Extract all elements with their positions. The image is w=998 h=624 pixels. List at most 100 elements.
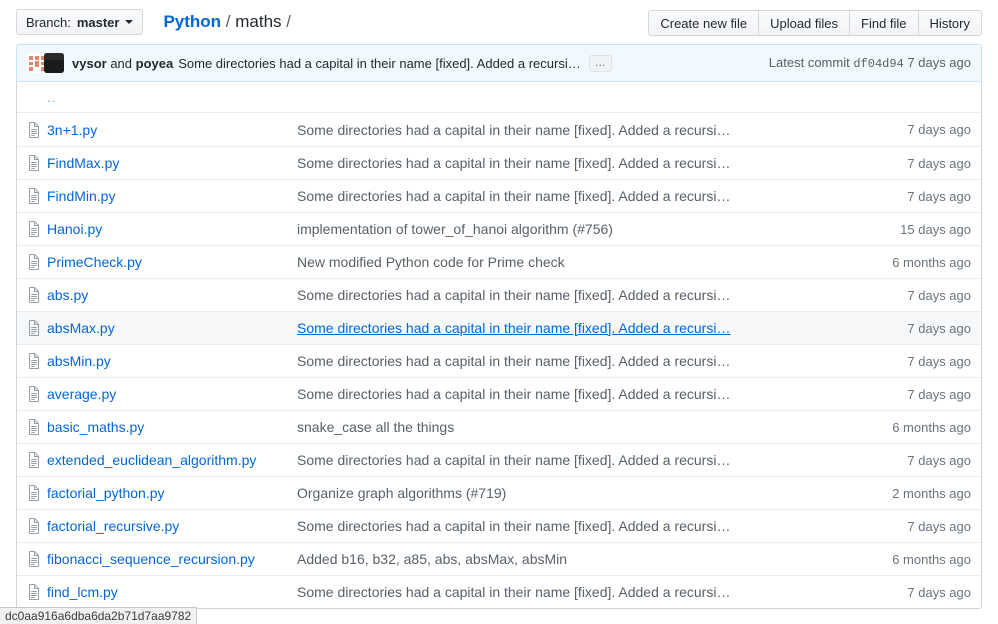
parent-directory-link[interactable]: .. xyxy=(47,89,57,105)
commit-message-expand-button[interactable]: … xyxy=(589,55,612,72)
file-name-link[interactable]: extended_euclidean_algorithm.py xyxy=(47,452,256,468)
file-name-link[interactable]: absMax.py xyxy=(47,320,115,336)
file-name-link[interactable]: absMin.py xyxy=(47,353,111,369)
file-rows-container: 3n+1.py Some directories had a capital in… xyxy=(17,113,981,608)
commit-author-primary[interactable]: vysor xyxy=(72,56,107,71)
commit-authors: vysor and poyea xyxy=(72,56,173,71)
file-name-link[interactable]: find_lcm.py xyxy=(47,584,118,600)
file-name-cell: Hanoi.py xyxy=(47,221,297,237)
commit-author-secondary[interactable]: poyea xyxy=(136,56,174,71)
table-row[interactable]: abs.py Some directories had a capital in … xyxy=(17,278,981,311)
commit-age-cell: 7 days ago xyxy=(861,189,971,204)
table-row[interactable]: fibonacci_sequence_recursion.py Added b16… xyxy=(17,542,981,575)
create-new-file-button[interactable]: Create new file xyxy=(648,10,759,36)
commit-age-cell: 6 months ago xyxy=(861,255,971,270)
file-name-cell: extended_euclidean_algorithm.py xyxy=(47,452,297,468)
file-name-cell: abs.py xyxy=(47,287,297,303)
parent-directory-row[interactable]: .. xyxy=(17,82,981,113)
commit-age-cell: 7 days ago xyxy=(861,122,971,137)
commit-message-link[interactable]: Some directories had a capital in their … xyxy=(297,353,730,369)
latest-commit-age: 7 days ago xyxy=(907,55,971,70)
table-row[interactable]: absMax.py Some directories had a capital … xyxy=(17,311,981,344)
table-row[interactable]: FindMin.py Some directories had a capital… xyxy=(17,179,981,212)
avatar-group xyxy=(27,53,64,73)
breadcrumb: Python / maths / xyxy=(163,12,291,32)
branch-selector-button[interactable]: Branch: master xyxy=(16,9,143,35)
file-icon xyxy=(27,452,47,468)
commit-message-link[interactable]: Some directories had a capital in their … xyxy=(297,584,730,600)
commit-message-link[interactable]: Some directories had a capital in their … xyxy=(297,320,730,336)
commit-age-cell: 7 days ago xyxy=(861,387,971,402)
file-name-link[interactable]: Hanoi.py xyxy=(47,221,102,237)
table-row[interactable]: find_lcm.py Some directories had a capita… xyxy=(17,575,981,608)
table-row[interactable]: average.py Some directories had a capital… xyxy=(17,377,981,410)
find-file-button[interactable]: Find file xyxy=(850,10,919,36)
file-name-link[interactable]: FindMax.py xyxy=(47,155,119,171)
commit-age-cell: 7 days ago xyxy=(861,519,971,534)
file-icon xyxy=(27,419,47,435)
table-row[interactable]: Hanoi.py implementation of tower_of_hanoi… xyxy=(17,212,981,245)
commit-sha-link[interactable]: df04d94 xyxy=(853,57,903,71)
file-icon xyxy=(27,584,47,600)
commit-message-link[interactable]: Organize graph algorithms (#719) xyxy=(297,485,506,501)
file-name-cell: FindMin.py xyxy=(47,188,297,204)
commit-message-link[interactable]: Some directories had a capital in their … xyxy=(297,122,730,138)
commit-message-link[interactable]: Some directories had a capital in their … xyxy=(297,518,730,534)
commit-message-link[interactable]: Added b16, b32, a85, abs, absMax, absMin xyxy=(297,551,567,567)
commit-message-cell: snake_case all the things xyxy=(297,419,861,435)
table-row[interactable]: FindMax.py Some directories had a capital… xyxy=(17,146,981,179)
file-icon xyxy=(27,287,47,303)
table-row[interactable]: absMin.py Some directories had a capital … xyxy=(17,344,981,377)
commit-message-link[interactable]: Some directories had a capital in their … xyxy=(297,452,730,468)
history-button[interactable]: History xyxy=(919,10,982,36)
file-name-link[interactable]: average.py xyxy=(47,386,116,402)
file-name-link[interactable]: factorial_python.py xyxy=(47,485,165,501)
file-name-link[interactable]: fibonacci_sequence_recursion.py xyxy=(47,551,255,567)
commit-age-cell: 7 days ago xyxy=(861,156,971,171)
commit-message-link[interactable]: Some directories had a capital in their … xyxy=(297,287,730,303)
commit-message-cell: Some directories had a capital in their … xyxy=(297,188,861,204)
file-name-cell: absMin.py xyxy=(47,353,297,369)
commit-age-cell: 7 days ago xyxy=(861,585,971,600)
file-name-link[interactable]: 3n+1.py xyxy=(47,122,97,138)
commit-message-link[interactable]: Some directories had a capital in their … xyxy=(297,155,730,171)
file-icon xyxy=(27,353,47,369)
file-icon xyxy=(27,320,47,336)
breadcrumb-repo-link[interactable]: Python xyxy=(163,12,221,31)
file-name-cell: PrimeCheck.py xyxy=(47,254,297,270)
commit-message-link[interactable]: New modified Python code for Prime check xyxy=(297,254,565,270)
breadcrumb-separator-2: / xyxy=(286,12,291,31)
file-name-link[interactable]: abs.py xyxy=(47,287,88,303)
avatar-poyea[interactable] xyxy=(44,53,64,73)
chevron-down-icon xyxy=(125,20,133,24)
breadcrumb-current-folder: maths xyxy=(235,12,281,31)
file-name-cell: absMax.py xyxy=(47,320,297,336)
file-icon xyxy=(27,386,47,402)
table-row[interactable]: extended_euclidean_algorithm.py Some dire… xyxy=(17,443,981,476)
file-name-link[interactable]: factorial_recursive.py xyxy=(47,518,179,534)
commit-message-link[interactable]: Some directories had a capital in their … xyxy=(297,386,730,402)
commit-message-link[interactable]: snake_case all the things xyxy=(297,419,454,435)
table-row[interactable]: factorial_recursive.py Some directories h… xyxy=(17,509,981,542)
file-name-cell: find_lcm.py xyxy=(47,584,297,600)
table-row[interactable]: 3n+1.py Some directories had a capital in… xyxy=(17,113,981,146)
table-row[interactable]: PrimeCheck.py New modified Python code fo… xyxy=(17,245,981,278)
commit-message-cell: Some directories had a capital in their … xyxy=(297,353,861,369)
commit-message-link[interactable]: implementation of tower_of_hanoi algorit… xyxy=(297,221,613,237)
branch-prefix-label: Branch: xyxy=(26,15,71,30)
file-name-link[interactable]: PrimeCheck.py xyxy=(47,254,142,270)
file-name-link[interactable]: basic_maths.py xyxy=(47,419,144,435)
file-icon xyxy=(27,551,47,567)
table-row[interactable]: factorial_python.py Organize graph algori… xyxy=(17,476,981,509)
commit-message-cell: Some directories had a capital in their … xyxy=(297,122,861,138)
latest-commit-meta: Latest commit df04d94 7 days ago xyxy=(769,55,971,71)
commit-message-link[interactable]: Some directories had a capital in their … xyxy=(297,188,730,204)
table-row[interactable]: basic_maths.pysnake_case all the things6… xyxy=(17,410,981,443)
file-icon xyxy=(27,221,47,237)
upload-files-button[interactable]: Upload files xyxy=(759,10,850,36)
latest-commit-message-link[interactable]: Some directories had a capital in their … xyxy=(178,56,581,71)
commit-age-cell: 7 days ago xyxy=(861,321,971,336)
commit-message-cell: Organize graph algorithms (#719) xyxy=(297,485,861,501)
file-name-link[interactable]: FindMin.py xyxy=(47,188,115,204)
file-name-cell: FindMax.py xyxy=(47,155,297,171)
